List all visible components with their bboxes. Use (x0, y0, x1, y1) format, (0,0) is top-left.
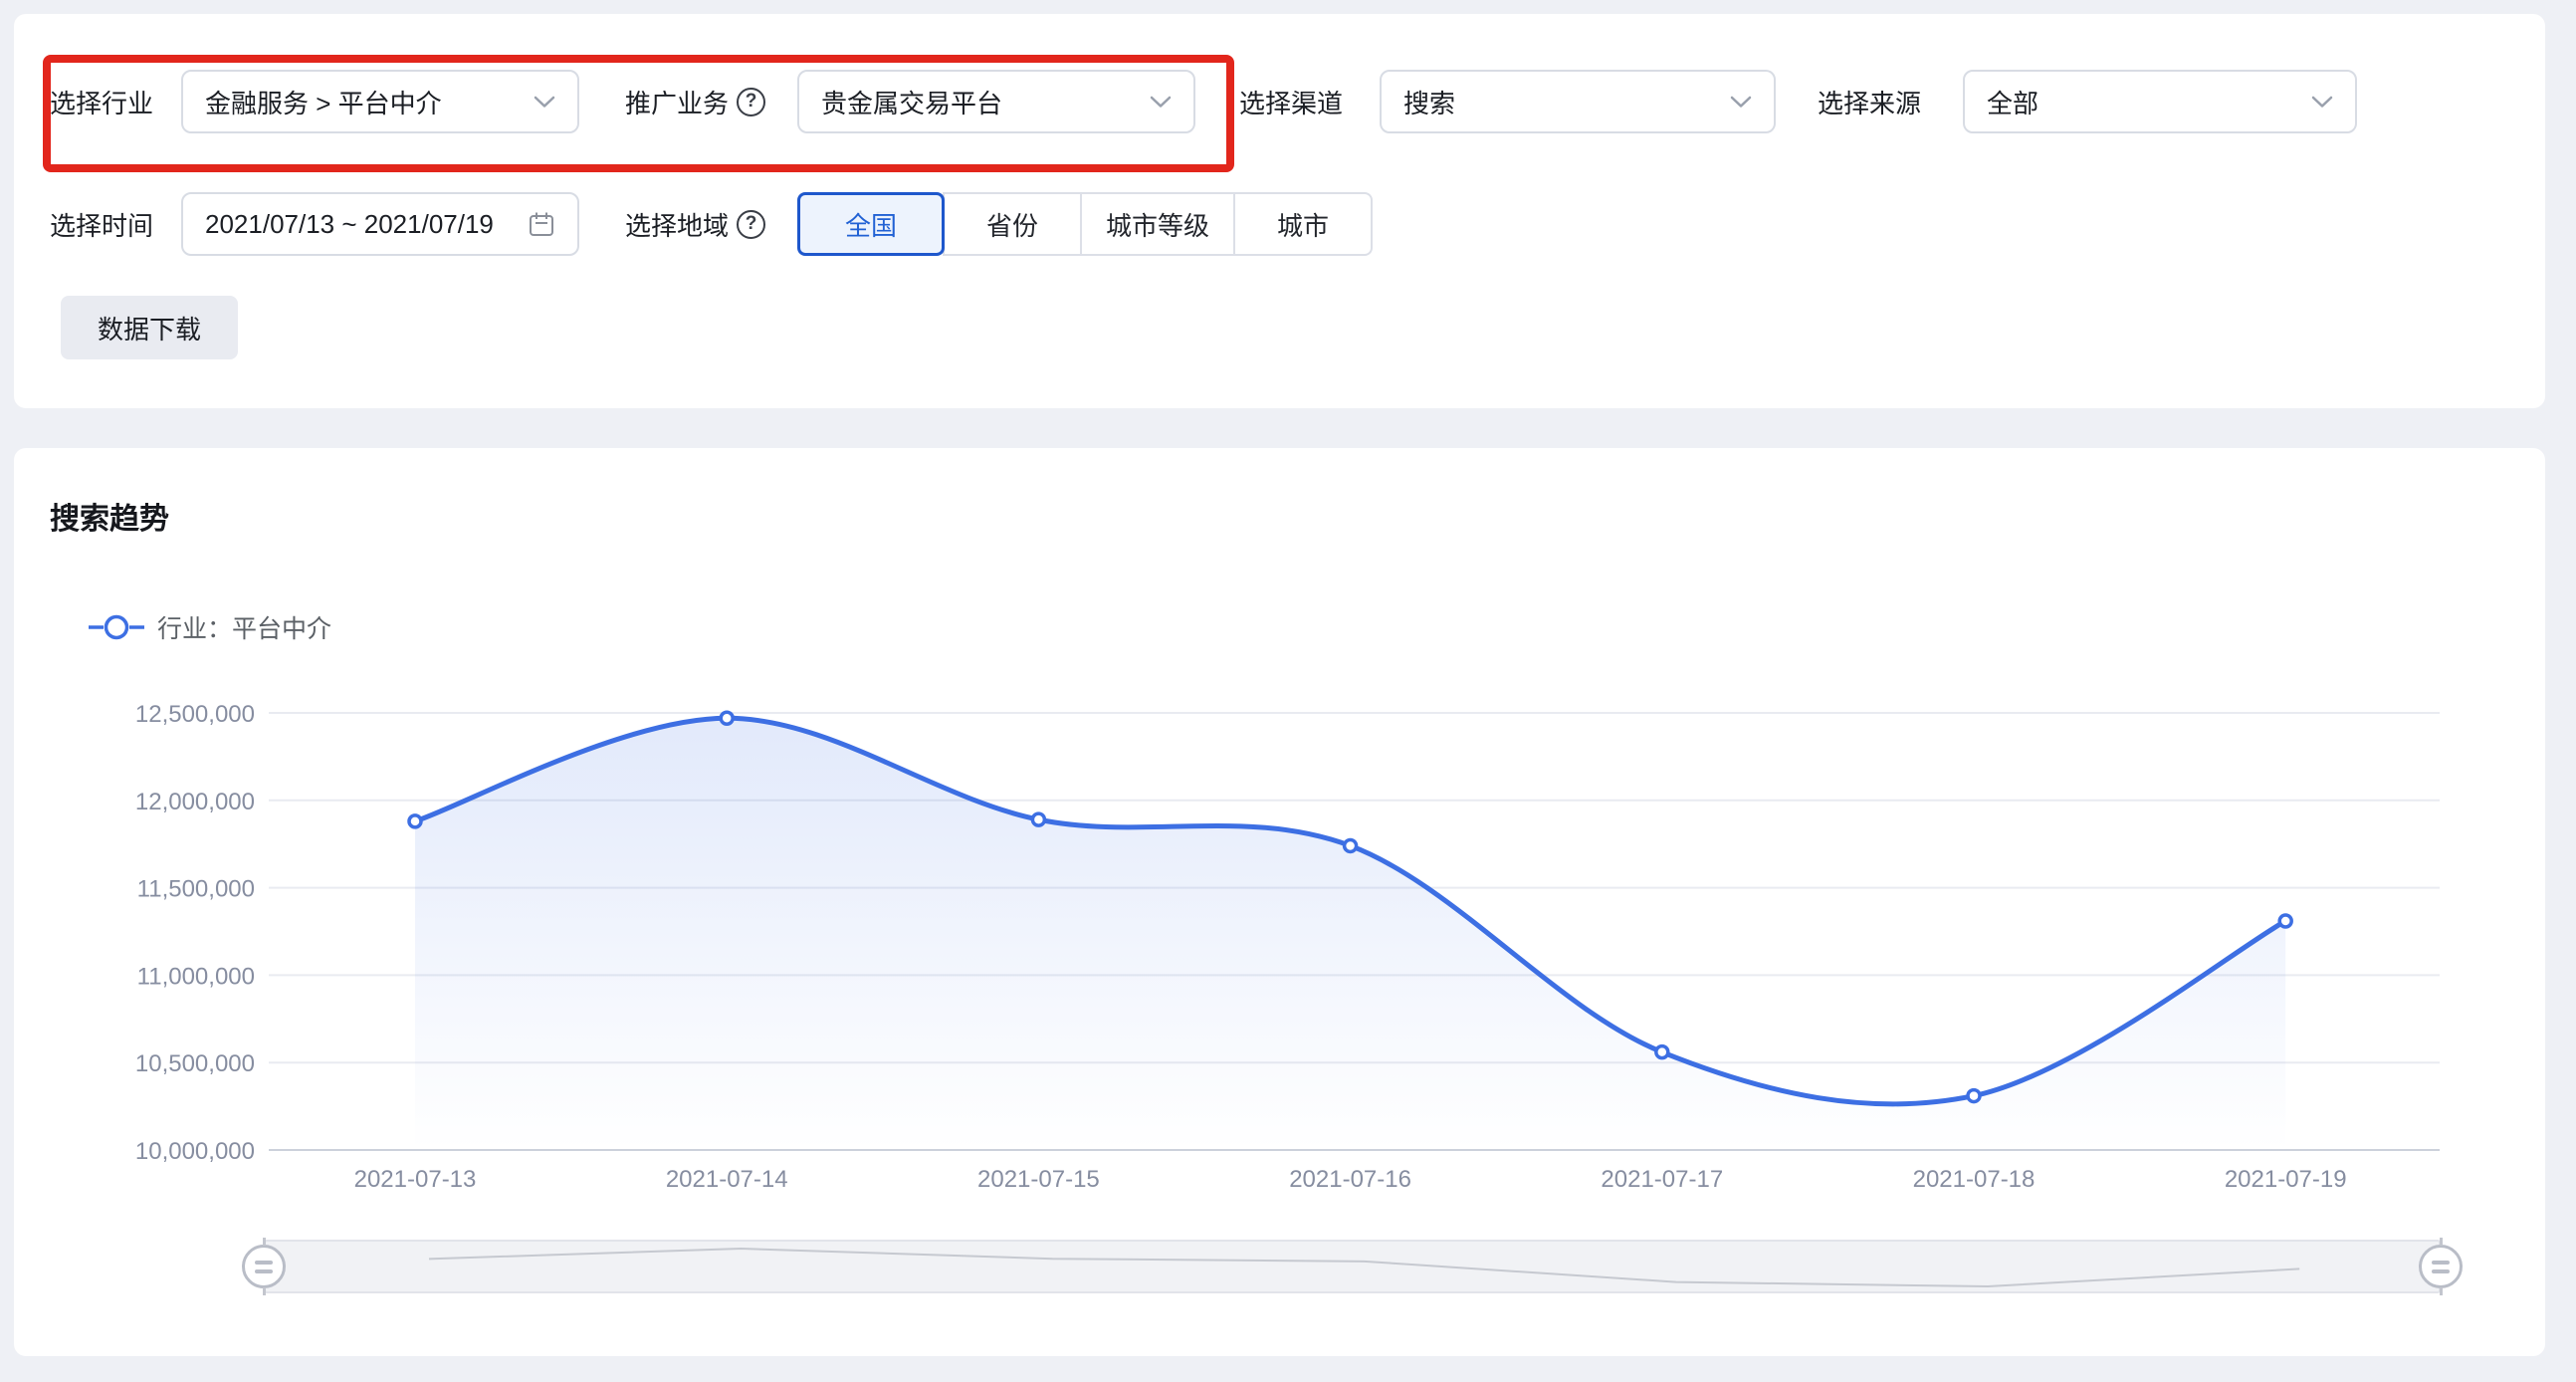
svg-text:2021-07-13: 2021-07-13 (354, 1166, 477, 1193)
business-label-group: 推广业务 ? (625, 84, 794, 120)
business-label: 推广业务 (625, 84, 729, 120)
chevron-down-icon (1730, 96, 1752, 109)
date-range-value: 2021/07/13 ~ 2021/07/19 (205, 209, 494, 240)
zoom-handle-left[interactable] (242, 1245, 286, 1288)
data-download-button[interactable]: 数据下载 (61, 296, 238, 359)
region-tab-province[interactable]: 省份 (943, 192, 1082, 256)
y-axis-labels: 10,000,000 10,500,000 11,000,000 11,500,000… (135, 701, 255, 1165)
slider-profile (429, 1249, 2299, 1286)
filter-row-2: 选择时间 2021/07/13 ~ 2021/07/19 选择地域 ? 全国 省… (50, 192, 1373, 256)
region-tabs: 全国 省份 城市等级 城市 (797, 192, 1373, 256)
svg-text:2021-07-19: 2021-07-19 (2225, 1166, 2347, 1193)
svg-text:2021-07-18: 2021-07-18 (1913, 1166, 2036, 1193)
chevron-down-icon (534, 96, 555, 109)
svg-text:11,500,000: 11,500,000 (137, 876, 255, 903)
svg-text:2021-07-17: 2021-07-17 (1601, 1166, 1723, 1193)
region-label-group: 选择地域 ? (625, 206, 794, 243)
zoom-handle-right[interactable] (2419, 1245, 2463, 1288)
calendar-icon (528, 210, 555, 238)
filter-panel: 选择行业 金融服务 > 平台中介 推广业务 ? 贵金属交易平台 选择渠道 搜索 (14, 14, 2545, 408)
region-label: 选择地域 (625, 206, 729, 243)
data-zoom-slider[interactable] (264, 1240, 2441, 1293)
business-select-value: 贵金属交易平台 (821, 84, 1002, 120)
line-series-legend-icon (88, 613, 145, 641)
region-tab-city[interactable]: 城市 (1233, 192, 1373, 256)
industry-label: 选择行业 (50, 84, 181, 120)
legend-label: 行业：平台中介 (157, 609, 331, 645)
svg-text:12,500,000: 12,500,000 (135, 701, 255, 728)
handle-grip-line (2432, 1269, 2450, 1273)
svg-text:2021-07-16: 2021-07-16 (1289, 1166, 1411, 1193)
source-label: 选择来源 (1818, 84, 1949, 120)
svg-text:10,500,000: 10,500,000 (135, 1050, 255, 1077)
svg-text:12,000,000: 12,000,000 (135, 789, 255, 815)
help-icon[interactable]: ? (737, 210, 765, 239)
handle-grip-line (255, 1261, 273, 1265)
business-select[interactable]: 贵金属交易平台 (797, 70, 1195, 133)
industry-select-value: 金融服务 > 平台中介 (205, 84, 442, 120)
date-range-input[interactable]: 2021/07/13 ~ 2021/07/19 (181, 192, 579, 256)
region-tab-city-tier[interactable]: 城市等级 (1080, 192, 1235, 256)
region-tab-national[interactable]: 全国 (797, 192, 945, 256)
handle-grip-line (255, 1269, 273, 1273)
channel-select-value: 搜索 (1403, 84, 1455, 120)
help-icon[interactable]: ? (737, 88, 765, 116)
svg-text:10,000,000: 10,000,000 (135, 1138, 255, 1165)
source-select-value: 全部 (1987, 84, 2039, 120)
channel-select[interactable]: 搜索 (1380, 70, 1776, 133)
chevron-down-icon (1150, 96, 1172, 109)
trend-chart-svg: 10,000,000 10,500,000 11,000,000 11,500,000… (14, 677, 2545, 1215)
source-select[interactable]: 全部 (1963, 70, 2357, 133)
slider-preview (266, 1242, 2439, 1291)
filter-row-1: 选择行业 金融服务 > 平台中介 推广业务 ? 贵金属交易平台 选择渠道 搜索 (50, 70, 2357, 133)
trend-chart-panel: 搜索趋势 行业：平台中介 10,000,000 10,500,000 11,000,… (14, 448, 2545, 1356)
chart-title: 搜索趋势 (50, 494, 169, 538)
chart-legend[interactable]: 行业：平台中介 (88, 609, 331, 645)
time-label: 选择时间 (50, 206, 181, 243)
handle-grip-line (2432, 1261, 2450, 1265)
svg-text:2021-07-14: 2021-07-14 (666, 1166, 788, 1193)
svg-text:2021-07-15: 2021-07-15 (977, 1166, 1100, 1193)
chevron-down-icon (2311, 96, 2333, 109)
channel-label: 选择渠道 (1239, 84, 1371, 120)
industry-select[interactable]: 金融服务 > 平台中介 (181, 70, 579, 133)
dashboard: 选择行业 金融服务 > 平台中介 推广业务 ? 贵金属交易平台 选择渠道 搜索 (0, 0, 2576, 1382)
x-axis-labels: 2021-07-13 2021-07-14 2021-07-15 2021-07-16… (354, 1166, 2347, 1193)
svg-text:11,000,000: 11,000,000 (137, 963, 255, 990)
